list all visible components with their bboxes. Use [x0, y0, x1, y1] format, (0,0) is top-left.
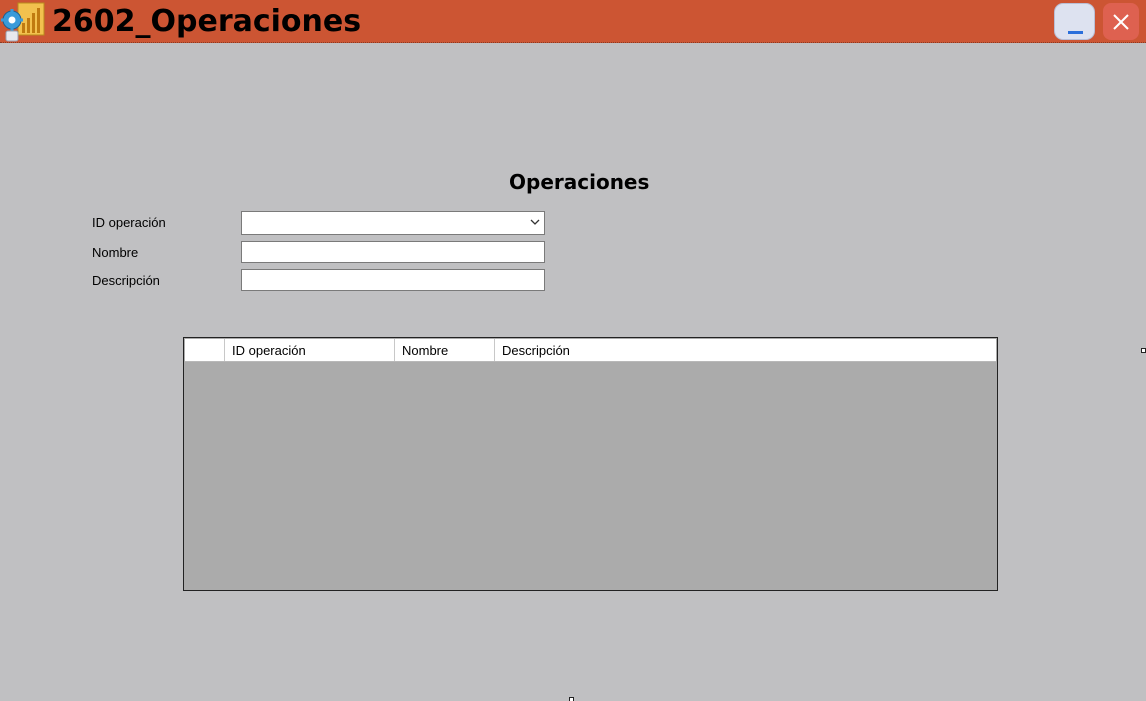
main-window: 2602_Operaciones Operaciones ID operació…	[0, 0, 1146, 701]
minimize-button[interactable]	[1054, 3, 1095, 40]
close-button[interactable]	[1103, 3, 1139, 40]
id-operacion-label: ID operación	[92, 215, 166, 230]
descripcion-input[interactable]	[245, 270, 541, 290]
descripcion-field[interactable]	[241, 269, 545, 291]
nombre-label: Nombre	[92, 245, 139, 260]
descripcion-label: Descripción	[92, 273, 160, 288]
minimize-icon	[1068, 31, 1083, 34]
chevron-down-icon[interactable]	[529, 216, 541, 228]
column-header-id-operacion[interactable]: ID operación	[225, 339, 395, 361]
column-header-descripcion[interactable]: Descripción	[495, 339, 996, 361]
nombre-input[interactable]	[245, 242, 541, 262]
row-header-corner[interactable]	[185, 339, 225, 361]
resize-grip-right[interactable]	[1141, 348, 1146, 353]
column-header-nombre[interactable]: Nombre	[395, 339, 495, 361]
form-title: Operaciones	[509, 170, 650, 194]
window-title: 2602_Operaciones	[52, 4, 362, 39]
grid-header-row: ID operación Nombre Descripción	[185, 339, 996, 362]
title-bar[interactable]: 2602_Operaciones	[0, 0, 1146, 43]
id-operacion-combobox[interactable]	[241, 211, 545, 235]
nombre-field[interactable]	[241, 241, 545, 263]
operaciones-data-grid[interactable]: ID operación Nombre Descripción	[183, 337, 998, 591]
resize-grip-bottom[interactable]	[569, 697, 574, 701]
app-gear-chart-icon	[0, 1, 46, 43]
close-icon	[1113, 14, 1129, 30]
